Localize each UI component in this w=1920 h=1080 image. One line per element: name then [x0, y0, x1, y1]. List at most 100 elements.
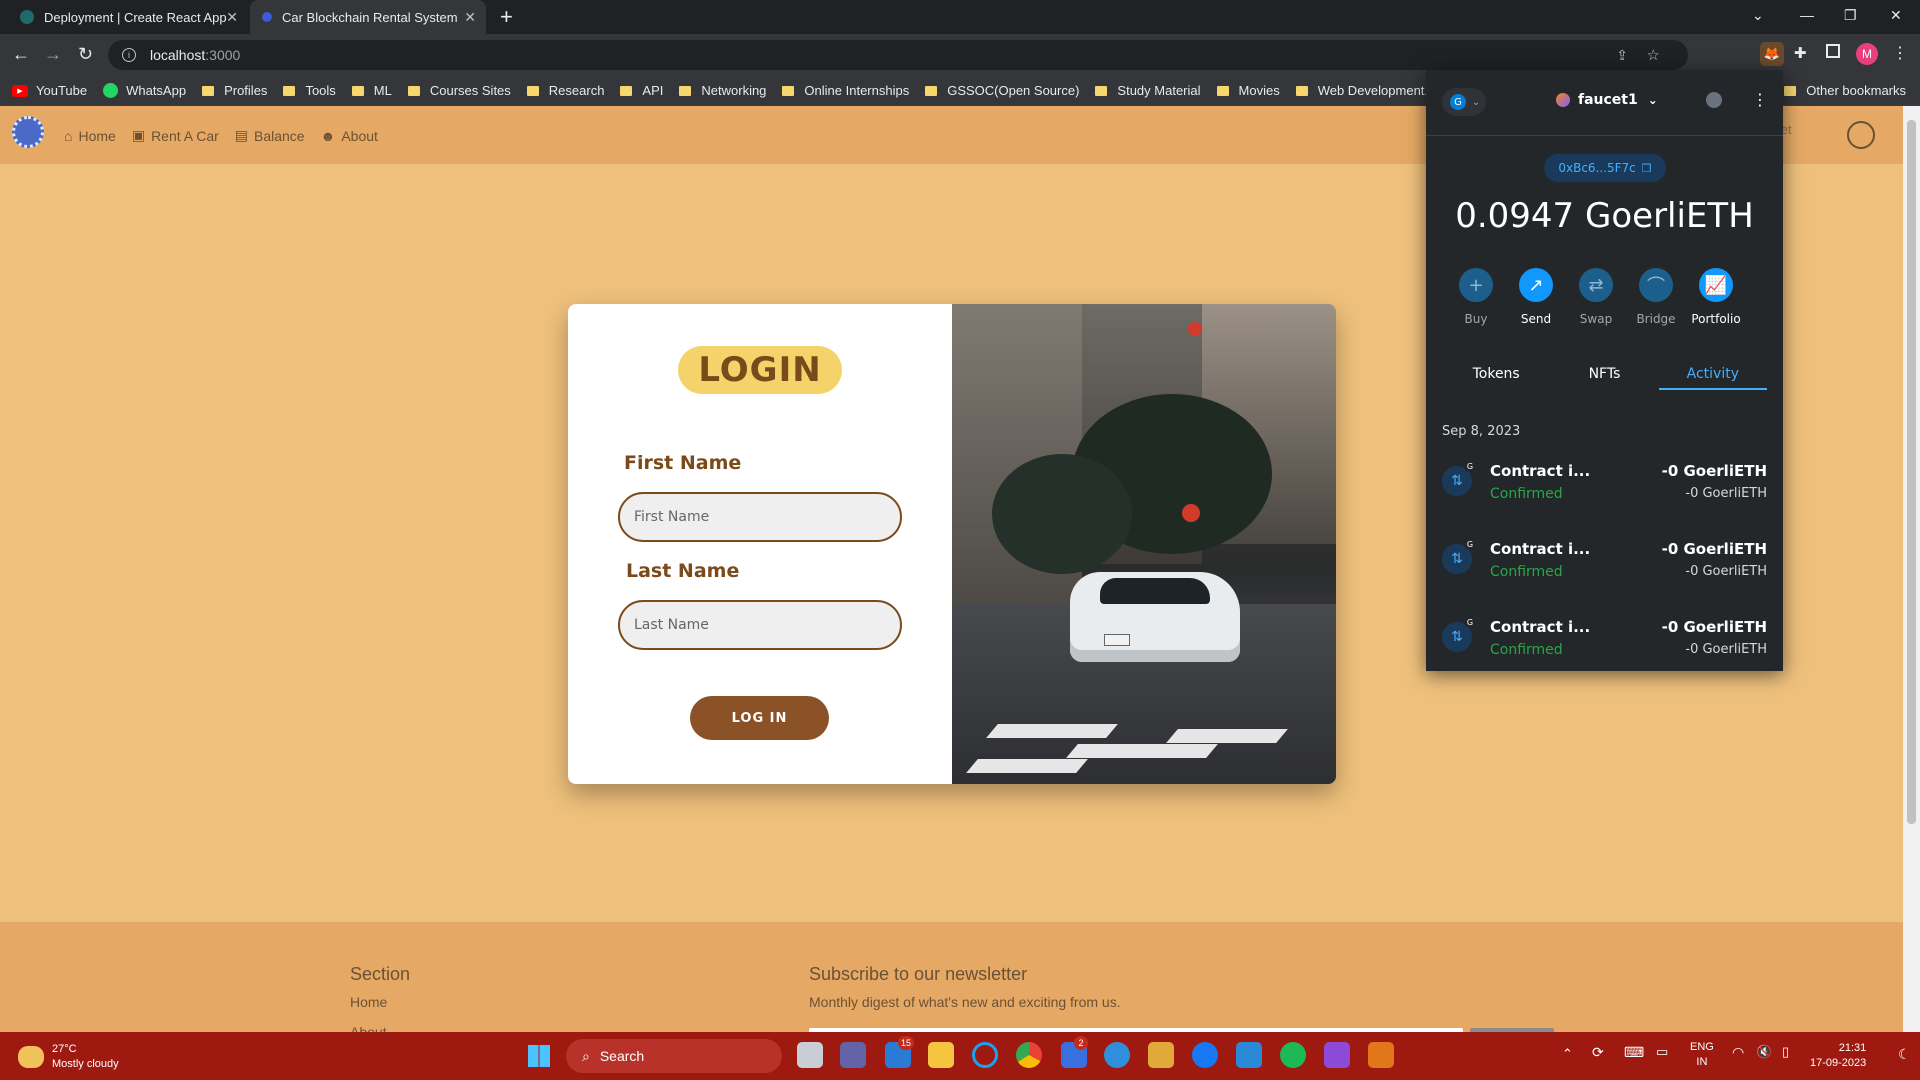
goerli-badge-icon: G	[1464, 538, 1476, 550]
windows-start-icon[interactable]	[528, 1045, 550, 1067]
bookmark-whatsapp[interactable]: WhatsApp	[103, 83, 186, 98]
metamask-extension-icon[interactable]: 🦊	[1760, 42, 1784, 66]
connected-site-icon[interactable]	[1706, 92, 1722, 108]
swap-button[interactable]: ⇄ Swap	[1566, 268, 1626, 326]
notification-icon[interactable]: ☾	[1898, 1046, 1911, 1063]
scrollbar-thumb[interactable]	[1907, 120, 1916, 824]
display-icon[interactable]: ▭	[1656, 1044, 1668, 1060]
footer-link-home[interactable]: Home	[350, 994, 387, 1010]
medal-icon[interactable]	[1148, 1042, 1174, 1068]
address-copy-button[interactable]: 0xBc6...5F7c ❐	[1544, 154, 1666, 182]
network-selector[interactable]: G ⌄	[1442, 88, 1486, 116]
login-button[interactable]: LOG IN	[690, 696, 829, 740]
buy-button[interactable]: + Buy	[1446, 268, 1506, 326]
close-icon[interactable]: ✕	[226, 9, 238, 26]
vscode-icon[interactable]	[1236, 1042, 1262, 1068]
chrome-menu-icon[interactable]: ⋮	[1892, 43, 1908, 63]
app-logo[interactable]	[12, 116, 44, 148]
clipchamp-icon[interactable]	[1324, 1042, 1350, 1068]
other-bookmarks[interactable]: Other bookmarks	[1784, 83, 1906, 98]
portfolio-button[interactable]: 📈 Portfolio	[1686, 268, 1746, 326]
bookmark-folder[interactable]: Online Internships	[782, 83, 909, 98]
bookmark-youtube[interactable]: ▶ YouTube	[12, 83, 87, 98]
new-tab-button[interactable]: +	[500, 4, 513, 30]
chevron-up-icon[interactable]: ⌃	[1562, 1046, 1573, 1062]
minimize-button[interactable]: —	[1800, 0, 1814, 30]
teams-icon[interactable]	[840, 1042, 866, 1068]
account-circle-icon[interactable]	[1847, 121, 1875, 149]
facebook-icon[interactable]	[1192, 1042, 1218, 1068]
battery-icon[interactable]: ▯	[1782, 1044, 1789, 1060]
forward-icon[interactable]: →	[44, 44, 62, 65]
nav-balance[interactable]: ▤ Balance	[235, 127, 305, 144]
taskbar-search[interactable]: ⌕ Search	[566, 1039, 782, 1073]
react-icon	[20, 10, 34, 24]
side-panel-icon[interactable]	[1826, 44, 1840, 58]
last-name-input[interactable]	[618, 600, 902, 650]
bookmark-folder[interactable]: Research	[526, 83, 604, 98]
nav-home[interactable]: ⌂ Home	[64, 127, 116, 144]
bookmark-folder[interactable]: Networking	[679, 83, 766, 98]
weather-condition: Mostly cloudy	[52, 1058, 119, 1070]
restore-button[interactable]: ❐	[1844, 0, 1857, 30]
car-street-photo	[952, 304, 1336, 784]
address-bar[interactable]: i localhost:3000 ⇪ ☆	[108, 40, 1688, 70]
task-view-icon[interactable]	[797, 1042, 823, 1068]
transaction-row[interactable]: ⇅ G Contract i... Confirmed -0 GoerliETH…	[1442, 616, 1767, 668]
transaction-row[interactable]: ⇅ G Contract i... Confirmed -0 GoerliETH…	[1442, 538, 1767, 590]
bookmark-folder[interactable]: Web Development...	[1295, 83, 1435, 98]
keyboard-icon[interactable]: ⌨	[1624, 1044, 1644, 1061]
clock-date: 17-09-2023	[1810, 1057, 1867, 1069]
sync-icon[interactable]: ⟳	[1592, 1044, 1604, 1061]
bookmark-folder[interactable]: Study Material	[1095, 83, 1201, 98]
close-icon[interactable]: ✕	[464, 9, 476, 26]
chrome-icon[interactable]	[1016, 1042, 1042, 1068]
bookmark-folder[interactable]: Movies	[1216, 83, 1280, 98]
tree	[992, 454, 1132, 574]
first-name-input[interactable]	[618, 492, 902, 542]
account-selector[interactable]: faucet1 ⌄	[1556, 92, 1658, 108]
reload-icon[interactable]: ↻	[78, 44, 93, 65]
spotify-icon[interactable]	[1280, 1042, 1306, 1068]
share-icon[interactable]: ⇪	[1616, 47, 1628, 64]
page-scrollbar[interactable]	[1903, 106, 1920, 1032]
close-window-button[interactable]: ✕	[1890, 0, 1902, 30]
bookmark-folder[interactable]: Courses Sites	[407, 83, 511, 98]
nav-about[interactable]: ☻ About	[321, 127, 378, 144]
bridge-button[interactable]: ⌒ Bridge	[1626, 268, 1686, 326]
cortana-icon[interactable]	[972, 1042, 998, 1068]
goerli-badge-icon: G	[1464, 616, 1476, 628]
metamask-icon[interactable]	[1368, 1042, 1394, 1068]
site-info-icon[interactable]: i	[122, 48, 136, 62]
todo-badge: 2	[1074, 1036, 1088, 1050]
language-indicator[interactable]: ENG IN	[1690, 1040, 1714, 1070]
tab-activity[interactable]: Activity	[1658, 360, 1767, 390]
bookmark-star-icon[interactable]: ☆	[1647, 46, 1660, 64]
file-explorer-icon[interactable]	[928, 1042, 954, 1068]
extensions-icon[interactable]: ✚	[1794, 44, 1807, 62]
wifi-icon[interactable]: ◠	[1732, 1044, 1744, 1061]
bookmark-folder[interactable]: Profiles	[202, 83, 267, 98]
browser-tab[interactable]: Deployment | Create React App ✕	[8, 0, 248, 34]
balance-amount: 0.0947	[1455, 196, 1575, 236]
bookmark-folder[interactable]: Tools	[283, 83, 336, 98]
profile-avatar[interactable]: M	[1856, 43, 1878, 65]
help-icon[interactable]	[1104, 1042, 1130, 1068]
tab-search-icon[interactable]: ⌄	[1752, 0, 1764, 30]
kebab-menu-icon[interactable]: ⋮	[1752, 90, 1768, 109]
nav-rent-a-car[interactable]: ▣ Rent A Car	[132, 127, 219, 144]
tab-tokens[interactable]: Tokens	[1442, 360, 1550, 390]
bookmark-folder[interactable]: ML	[351, 83, 392, 98]
system-clock[interactable]: 21:31 17-09-2023	[1810, 1041, 1866, 1071]
footer-link-about[interactable]: About	[350, 1024, 387, 1032]
volume-muted-icon[interactable]: 🔇	[1756, 1044, 1772, 1060]
transaction-row[interactable]: ⇅ G Contract i... Confirmed -0 GoerliETH…	[1442, 460, 1767, 512]
bookmark-folder[interactable]: API	[620, 83, 663, 98]
weather-widget[interactable]: 27°C Mostly cloudy	[18, 1042, 119, 1072]
back-icon[interactable]: ←	[12, 44, 30, 65]
send-button[interactable]: ↗ Send	[1506, 268, 1566, 326]
newsletter-text: Monthly digest of what's new and excitin…	[809, 994, 1121, 1010]
bookmark-folder[interactable]: GSSOC(Open Source)	[925, 83, 1079, 98]
browser-tab-active[interactable]: Car Blockchain Rental System ✕	[250, 0, 486, 34]
tab-nfts[interactable]: NFTs	[1550, 360, 1658, 390]
